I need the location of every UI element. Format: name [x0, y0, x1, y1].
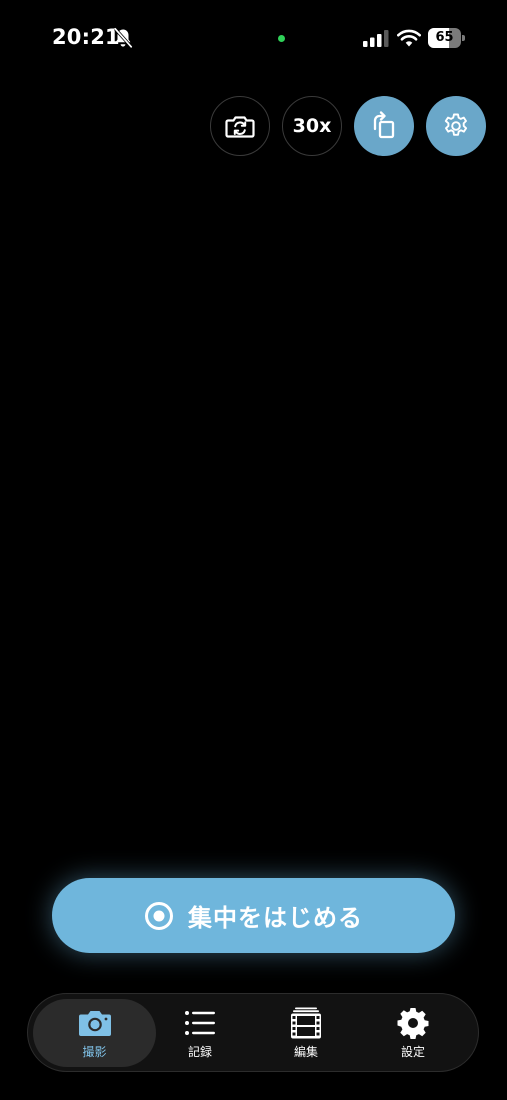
- record-icon: [145, 901, 173, 930]
- rotate-orientation-icon: [373, 111, 395, 139]
- tab-records[interactable]: 記録: [162, 999, 238, 1067]
- tab-settings[interactable]: 設定: [375, 999, 451, 1067]
- status-time: 20:21: [52, 25, 120, 49]
- bell-slash-icon: [114, 27, 133, 48]
- tab-capture-label: 撮影: [82, 1044, 107, 1059]
- battery-icon: 65: [428, 28, 466, 48]
- camera-in-use-dot: [278, 35, 285, 42]
- camera-settings-button[interactable]: [426, 96, 486, 156]
- camera-rotate-icon: [225, 116, 255, 138]
- wifi-icon: [397, 29, 421, 47]
- tab-bar: 撮影 記録 編集 設定: [27, 993, 479, 1072]
- flip-camera-button[interactable]: [210, 96, 270, 156]
- tab-settings-label: 設定: [400, 1044, 425, 1059]
- status-bar: 20:21 65: [0, 0, 507, 70]
- start-focus-label: 集中をはじめる: [188, 904, 363, 932]
- list-icon: [185, 1010, 215, 1035]
- film-icon: [291, 1007, 321, 1038]
- cellular-signal-icon: [363, 30, 389, 47]
- tab-edit[interactable]: 編集: [268, 999, 344, 1067]
- zoom-button[interactable]: 30x: [282, 96, 342, 156]
- tab-capture[interactable]: 撮影: [33, 999, 156, 1067]
- start-focus-button[interactable]: 集中をはじめる: [52, 878, 455, 953]
- battery-level: 65: [435, 30, 454, 45]
- gear-icon: [397, 1007, 429, 1039]
- tab-edit-label: 編集: [293, 1044, 318, 1059]
- zoom-label: 30x: [292, 115, 332, 137]
- camera-icon: [78, 1010, 111, 1036]
- rotate-orientation-button[interactable]: [354, 96, 414, 156]
- tab-records-label: 記録: [187, 1044, 212, 1059]
- gear-icon: [444, 113, 468, 136]
